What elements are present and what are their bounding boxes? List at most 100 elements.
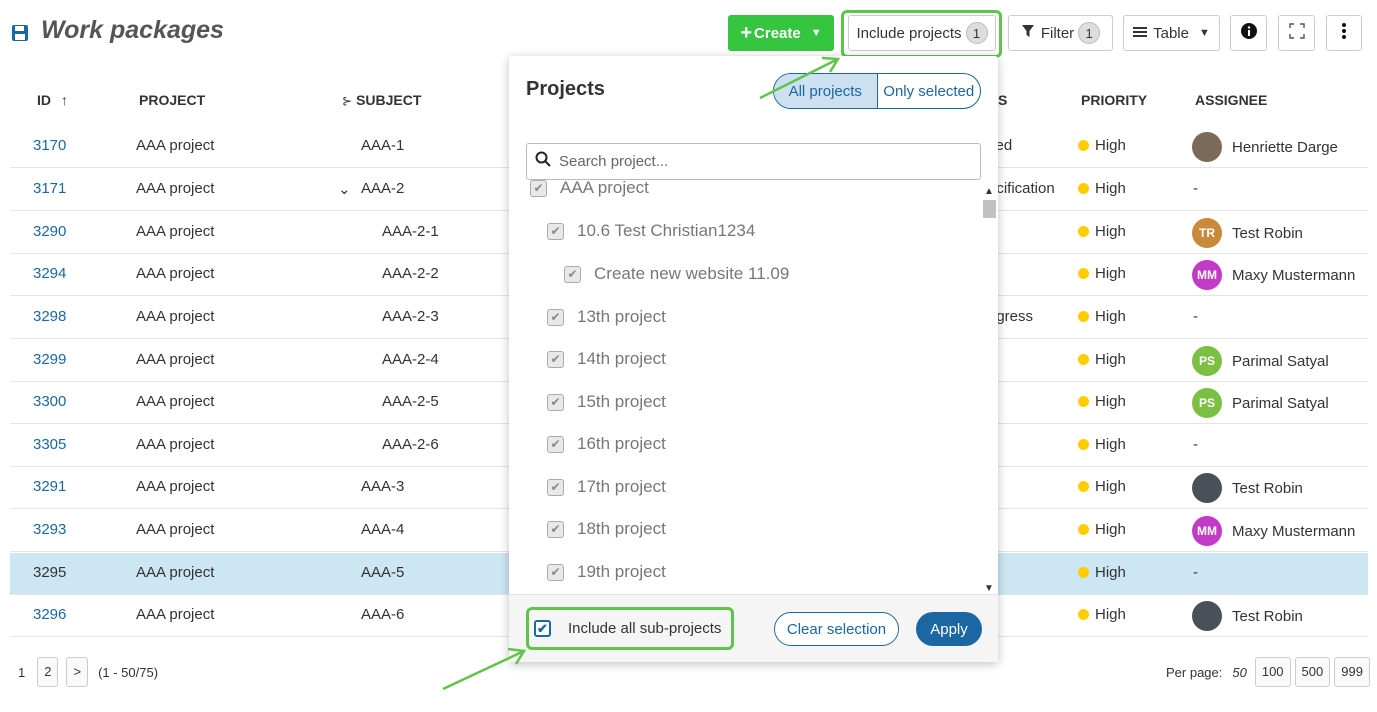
- details-button[interactable]: [1230, 15, 1267, 51]
- project-name: 17th project: [577, 477, 666, 496]
- projects-dropdown-footer: ✔ Include all sub-projects Clear selecti…: [509, 594, 998, 662]
- project-item[interactable]: ✔ 17th project: [547, 472, 666, 502]
- project-item[interactable]: ✔ 14th project: [547, 344, 666, 374]
- collapse-chevron-icon[interactable]: ⌄: [338, 180, 351, 198]
- page-2-button[interactable]: 2: [37, 657, 59, 687]
- create-button[interactable]: + Create ▼: [728, 15, 834, 51]
- checkbox-checked-icon[interactable]: ✔: [547, 308, 564, 326]
- avatar: TR: [1192, 218, 1222, 248]
- per-page-999[interactable]: 999: [1334, 657, 1370, 687]
- info-icon: [1240, 23, 1257, 43]
- priority-cell: High: [1078, 606, 1126, 623]
- subject-cell: AAA-1: [361, 137, 405, 154]
- project-item[interactable]: ✔ 13th project: [547, 302, 666, 332]
- project-cell: AAA project: [136, 436, 215, 453]
- filter-count-badge: 1: [1078, 22, 1101, 44]
- project-item[interactable]: ✔ 19th project: [547, 557, 666, 587]
- project-search-input[interactable]: [557, 152, 957, 171]
- priority-label: High: [1095, 478, 1126, 495]
- subject-cell: AAA-2-2: [382, 265, 439, 282]
- checkbox-checked-icon[interactable]: ✔: [547, 350, 564, 368]
- wp-id-link[interactable]: 3299: [33, 351, 66, 368]
- subject-cell: AAA-3: [361, 478, 405, 495]
- include-subprojects-option[interactable]: ✔ Include all sub-projects: [526, 607, 734, 650]
- clear-selection-button[interactable]: Clear selection: [774, 612, 899, 646]
- wp-id-link[interactable]: 3290: [33, 223, 66, 240]
- avatar: PS: [1192, 388, 1222, 418]
- assignee-cell: Test Robin: [1192, 473, 1303, 503]
- apply-button[interactable]: Apply: [916, 612, 982, 646]
- checkbox-checked-icon[interactable]: ✔: [564, 265, 581, 283]
- wp-id-link[interactable]: 3171: [33, 180, 66, 197]
- avatar: PS: [1192, 346, 1222, 376]
- wp-id-link[interactable]: 3298: [33, 308, 66, 325]
- scrollbar-thumb[interactable]: [983, 200, 996, 218]
- scroll-up-arrow-icon[interactable]: ▲: [984, 186, 994, 197]
- project-cell: AAA project: [136, 180, 215, 197]
- column-header-assignee[interactable]: ASSIGNEE: [1195, 92, 1267, 108]
- floppy-disk-icon[interactable]: [11, 24, 29, 42]
- project-name: 19th project: [577, 562, 666, 581]
- table-view-button[interactable]: Table ▼: [1123, 15, 1220, 51]
- wp-id-link[interactable]: 3300: [33, 393, 66, 410]
- wp-id-link[interactable]: 3296: [33, 606, 66, 623]
- scroll-down-arrow-icon[interactable]: ▼: [984, 583, 994, 594]
- checkbox-checked-icon[interactable]: ✔: [547, 478, 564, 496]
- project-cell: AAA project: [136, 521, 215, 538]
- priority-label: High: [1095, 265, 1126, 282]
- priority-dot-icon: [1078, 481, 1089, 492]
- column-header-priority[interactable]: PRIORITY: [1081, 92, 1147, 108]
- project-cell: AAA project: [136, 478, 215, 495]
- column-header-project[interactable]: PROJECT: [139, 92, 205, 108]
- priority-dot-icon: [1078, 524, 1089, 535]
- checkbox-checked-icon[interactable]: ✔: [547, 435, 564, 453]
- column-header-id[interactable]: ID ↑: [37, 92, 68, 108]
- page-current: 1: [18, 664, 26, 680]
- project-item[interactable]: ✔ 10.6 Test Christian1234: [547, 216, 755, 246]
- priority-label: High: [1095, 308, 1126, 325]
- priority-label: High: [1095, 137, 1126, 154]
- more-menu-button[interactable]: [1326, 15, 1362, 51]
- column-header-subject[interactable]: ⊱ SUBJECT: [342, 92, 421, 108]
- wp-id-link[interactable]: 3293: [33, 521, 66, 538]
- project-cell: AAA project: [136, 137, 215, 154]
- filter-button[interactable]: Filter 1: [1008, 15, 1113, 51]
- table-label: Table: [1153, 24, 1189, 42]
- per-page-100[interactable]: 100: [1254, 657, 1291, 687]
- wp-id-link[interactable]: 3305: [33, 436, 66, 453]
- filter-label: Filter: [1040, 24, 1075, 42]
- project-item[interactable]: ✔ AAA project: [530, 180, 649, 203]
- project-list-scrollbar[interactable]: ▲ ▼: [982, 186, 996, 594]
- subject-cell: AAA-2-1: [382, 223, 439, 240]
- checkbox-checked-icon[interactable]: ✔: [547, 520, 564, 538]
- wp-id-link[interactable]: 3295: [33, 564, 66, 581]
- project-item[interactable]: ✔ 18th project: [547, 514, 666, 544]
- project-item[interactable]: ✔ Create new website 11.09: [564, 259, 789, 289]
- project-cell: AAA project: [136, 265, 215, 282]
- checkbox-checked-icon[interactable]: ✔: [547, 222, 564, 240]
- include-projects-count-badge: 1: [965, 22, 988, 44]
- next-page-button[interactable]: >: [66, 657, 89, 687]
- only-selected-toggle[interactable]: Only selected: [878, 74, 981, 108]
- column-header-status[interactable]: S: [998, 92, 1007, 108]
- project-item[interactable]: ✔ 15th project: [547, 387, 666, 417]
- wp-id-link[interactable]: 3170: [33, 137, 66, 154]
- checkbox-checked-icon[interactable]: ✔: [530, 180, 547, 197]
- wp-id-link[interactable]: 3291: [33, 478, 66, 495]
- fullscreen-button[interactable]: [1278, 15, 1315, 51]
- avatar-photo: [1192, 132, 1222, 162]
- all-projects-toggle[interactable]: All projects: [774, 74, 877, 108]
- hierarchy-icon[interactable]: ⊱: [342, 94, 352, 108]
- projects-dropdown: Projects All projects Only selected ✔ AAA…: [509, 56, 998, 662]
- include-projects-button[interactable]: Include projects 1: [848, 15, 996, 51]
- assignee-cell: PS Parimal Satyal: [1192, 388, 1329, 418]
- project-item[interactable]: ✔ 16th project: [547, 429, 666, 459]
- assignee-cell: PS Parimal Satyal: [1192, 346, 1329, 376]
- priority-label: High: [1095, 351, 1126, 368]
- checkbox-checked-icon[interactable]: ✔: [547, 393, 564, 411]
- subject-cell: AAA-5: [361, 564, 405, 581]
- checkbox-checked-icon[interactable]: ✔: [547, 563, 564, 581]
- checkbox-checked-icon[interactable]: ✔: [534, 620, 551, 637]
- per-page-500[interactable]: 500: [1294, 657, 1331, 687]
- wp-id-link[interactable]: 3294: [33, 265, 66, 282]
